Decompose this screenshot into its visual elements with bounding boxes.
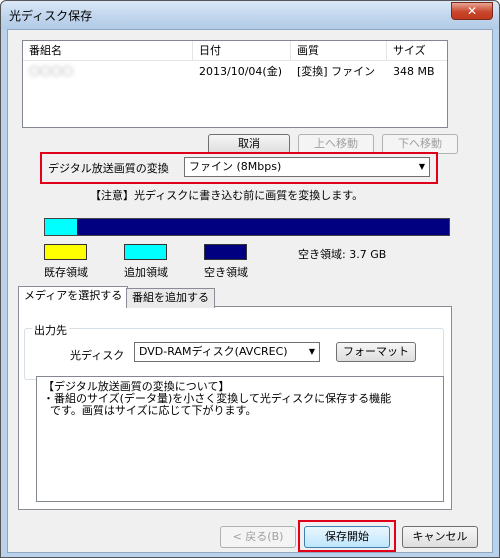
- back-button[interactable]: < 戻る(B): [220, 526, 296, 548]
- free-space-text: 空き領域: 3.7 GB: [298, 248, 387, 261]
- legend-existing-label: 既存領域: [44, 266, 88, 279]
- cancel-button[interactable]: キャンセル: [402, 526, 478, 548]
- disc-label: 光ディスク: [70, 349, 125, 362]
- output-group-label: 出力先: [32, 322, 69, 338]
- program-list[interactable]: 番組名 日付 画質 サイズ 〇〇〇〇 2013/10/04(金) [変換] ファ…: [22, 40, 448, 128]
- dialog-body: 番組名 日付 画質 サイズ 〇〇〇〇 2013/10/04(金) [変換] ファ…: [7, 29, 493, 553]
- remove-button[interactable]: 取消: [208, 134, 290, 154]
- column-header-quality[interactable]: 画質: [291, 41, 387, 61]
- column-header-size[interactable]: サイズ: [387, 41, 449, 61]
- conversion-description: 【デジタル放送画質の変換について】 ・番組のサイズ(データ量)を小さく変換して光…: [36, 376, 444, 502]
- conversion-note: 【注意】光ディスクに書き込む前に画質を変換します。: [90, 189, 364, 202]
- program-quality: [変換] ファイン: [297, 65, 376, 78]
- legend-added-label: 追加領域: [124, 266, 168, 279]
- conversion-quality-value: ファイン (8Mbps): [189, 160, 282, 173]
- capacity-bar: [44, 218, 450, 236]
- column-header-date[interactable]: 日付: [193, 41, 291, 61]
- legend-free-label: 空き領域: [204, 266, 248, 279]
- chevron-down-icon: ▼: [308, 347, 315, 356]
- format-button[interactable]: フォーマット: [336, 342, 416, 362]
- window-title: 光ディスク保存: [9, 9, 93, 23]
- dialog-window: 光ディスク保存 ✕ 番組名 日付 画質 サイズ 〇〇〇〇 2013/10/04(…: [0, 0, 500, 558]
- tab-select-media[interactable]: メディアを選択する: [18, 286, 129, 308]
- program-date: 2013/10/04(金): [199, 65, 282, 78]
- disc-select[interactable]: DVD-RAMディスク(AVCREC) ▼: [134, 342, 320, 362]
- program-size: 348 MB: [393, 65, 435, 78]
- list-header: 番組名 日付 画質 サイズ: [23, 41, 447, 61]
- close-button[interactable]: ✕: [451, 2, 493, 20]
- title-bar[interactable]: 光ディスク保存 ✕: [1, 1, 499, 29]
- conversion-label: デジタル放送画質の変換: [48, 162, 169, 175]
- legend-added-swatch: [124, 244, 167, 260]
- column-header-name[interactable]: 番組名: [23, 41, 193, 61]
- start-save-button[interactable]: 保存開始: [304, 526, 390, 548]
- move-up-button[interactable]: 上へ移動: [298, 134, 374, 154]
- move-down-button[interactable]: 下へ移動: [382, 134, 458, 154]
- disc-select-value: DVD-RAMディスク(AVCREC): [139, 345, 288, 358]
- table-row[interactable]: 〇〇〇〇 2013/10/04(金) [変換] ファイン 348 MB: [23, 63, 447, 81]
- close-icon: ✕: [466, 4, 478, 18]
- chevron-down-icon: ▼: [418, 162, 425, 171]
- program-name: 〇〇〇〇: [29, 65, 73, 78]
- legend-free-swatch: [204, 244, 247, 260]
- conversion-quality-select[interactable]: ファイン (8Mbps) ▼: [184, 157, 430, 177]
- capacity-added-segment: [45, 219, 77, 235]
- tab-add-program[interactable]: 番組を追加する: [126, 288, 215, 308]
- legend-existing-swatch: [44, 244, 87, 260]
